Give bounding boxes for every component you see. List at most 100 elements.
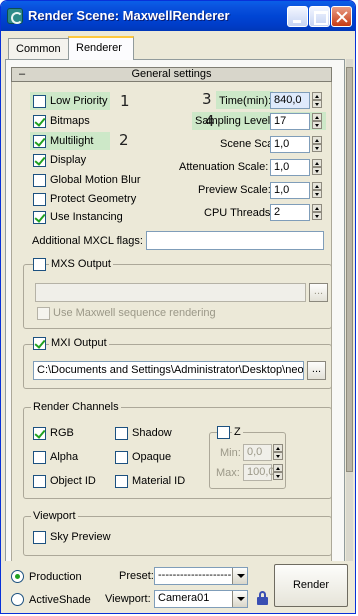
global-motion-blur-checkbox[interactable] [33,174,46,187]
title-bar[interactable]: Render Scene: MaxwellRenderer [1,1,355,31]
global-motion-blur-label: Global Motion Blur [50,174,141,186]
multilight-checkbox[interactable] [33,135,46,148]
low-priority-label: Low Priority [50,95,108,107]
opaque-checkbox[interactable] [115,451,128,464]
viewport-value: Camera01 [158,592,210,604]
mxs-output-label: MXS Output [49,258,113,270]
mxi-output-label: MXI Output [49,337,109,349]
shadow-checkbox[interactable] [115,427,128,440]
mxi-output-checkbox[interactable] [33,337,46,350]
mxs-browse-button[interactable]: ... [309,283,328,302]
tab-renderer[interactable]: Renderer [68,36,134,60]
sky-preview-checkbox[interactable] [33,531,46,544]
attenuation-scale-spinner[interactable]: 1,0 [270,159,322,176]
shadow-label: Shadow [132,427,172,439]
close-button[interactable] [331,6,352,27]
scene-scale-spinner[interactable]: 1,0 [270,136,322,153]
protect-geometry-checkbox[interactable] [33,193,46,206]
minimize-button[interactable] [287,6,308,27]
z-min-spinner[interactable]: 0,0 [243,444,283,461]
mxcl-flags-input[interactable] [146,231,324,250]
use-instancing-checkbox[interactable] [33,211,46,224]
z-checkbox[interactable] [217,426,230,439]
time-spinner-arrows[interactable] [312,92,322,109]
preset-value: -------------------- [158,569,232,581]
window-title: Render Scene: MaxwellRenderer [28,8,230,23]
cpu-threads-spinner[interactable]: 2 [270,204,322,221]
mxi-browse-button[interactable]: ... [307,361,326,380]
render-channels-title: Render Channels [31,401,121,413]
time-spinner[interactable]: 840,0 [270,92,322,109]
preset-dropdown[interactable]: -------------------- [154,567,248,585]
rgb-label: RGB [50,427,74,439]
protect-geometry-label: Protect Geometry [50,193,137,205]
mxi-path-input[interactable]: C:\Documents and Settings\Administrator\… [33,361,304,380]
tab-common[interactable]: Common [8,38,69,59]
activeshade-radio[interactable] [11,593,24,606]
render-button[interactable]: Render [274,564,348,607]
sampling-level-spinner[interactable]: 17 [270,113,322,130]
cpu-threads-spinner-arrows[interactable] [312,204,322,221]
3dsmax-app-icon [7,8,23,24]
scrollbar-thumb[interactable] [346,67,353,472]
sampling-level-label: Sampling Level: [195,115,274,127]
multilight-label: Multilight [50,135,94,147]
scene-scale-field[interactable]: 1,0 [270,136,310,153]
production-radio[interactable] [11,570,24,583]
general-settings-rollout-header[interactable]: – General settings [11,67,332,82]
rgb-checkbox[interactable] [33,427,46,440]
sampling-level-field[interactable]: 17 [270,113,310,130]
viewport-dropdown-arrow-icon[interactable] [232,591,247,607]
preset-dropdown-arrow-icon[interactable] [232,568,247,584]
display-label: Display [50,154,87,166]
z-min-field[interactable]: 0,0 [243,444,272,461]
preview-scale-label: Preview Scale: [198,184,271,196]
collapse-icon: – [19,68,26,80]
panel-scrollbar[interactable] [346,59,353,612]
preview-scale-field[interactable]: 1,0 [270,182,310,199]
annotation-3: 3 [202,90,212,108]
sequence-rendering-checkbox[interactable] [37,307,50,320]
material-id-label: Material ID [132,475,186,487]
scene-scale-spinner-arrows[interactable] [312,136,322,153]
production-label: Production [29,571,82,583]
bitmaps-label: Bitmaps [50,115,90,127]
display-checkbox[interactable] [33,154,46,167]
preset-label: Preset: [119,570,154,582]
rollout-title: General settings [131,68,212,80]
annotation-1: 1 [120,92,130,110]
object-id-checkbox[interactable] [33,475,46,488]
cpu-threads-field[interactable]: 2 [270,204,310,221]
preview-scale-spinner-arrows[interactable] [312,182,322,199]
opaque-label: Opaque [132,451,172,463]
z-min-spinner-arrows[interactable] [273,444,283,461]
attenuation-scale-spinner-arrows[interactable] [312,159,322,176]
maximize-button[interactable] [309,6,330,27]
sampling-level-spinner-arrows[interactable] [312,113,322,130]
alpha-label: Alpha [50,451,79,463]
viewport-dropdown[interactable]: Camera01 [154,590,248,608]
cpu-threads-label: CPU Threads: [204,207,274,219]
mxs-path-input[interactable] [35,283,306,302]
sky-preview-label: Sky Preview [50,531,111,543]
alpha-checkbox[interactable] [33,451,46,464]
z-max-spinner-arrows[interactable] [273,464,283,481]
lock-viewport-icon[interactable] [256,591,269,605]
z-max-field[interactable]: 100,0 [243,464,275,481]
render-scene-window: Render Scene: MaxwellRenderer Common Ren… [0,0,356,614]
use-instancing-label: Use Instancing [50,211,123,223]
preview-scale-spinner[interactable]: 1,0 [270,182,322,199]
sequence-rendering-label: Use Maxwell sequence rendering [53,307,216,319]
annotation-2: 2 [119,131,129,149]
mxs-output-checkbox[interactable] [33,258,46,271]
attenuation-scale-field[interactable]: 1,0 [270,159,310,176]
low-priority-checkbox[interactable] [33,95,46,108]
object-id-label: Object ID [50,475,96,487]
bitmaps-checkbox[interactable] [33,115,46,128]
time-field[interactable]: 840,0 [270,92,310,109]
z-min-label: Min: [220,447,241,459]
time-label: Time(min): [219,95,272,107]
z-max-spinner[interactable]: 100,0 [243,464,283,481]
z-max-label: Max: [216,467,240,479]
material-id-checkbox[interactable] [115,475,128,488]
